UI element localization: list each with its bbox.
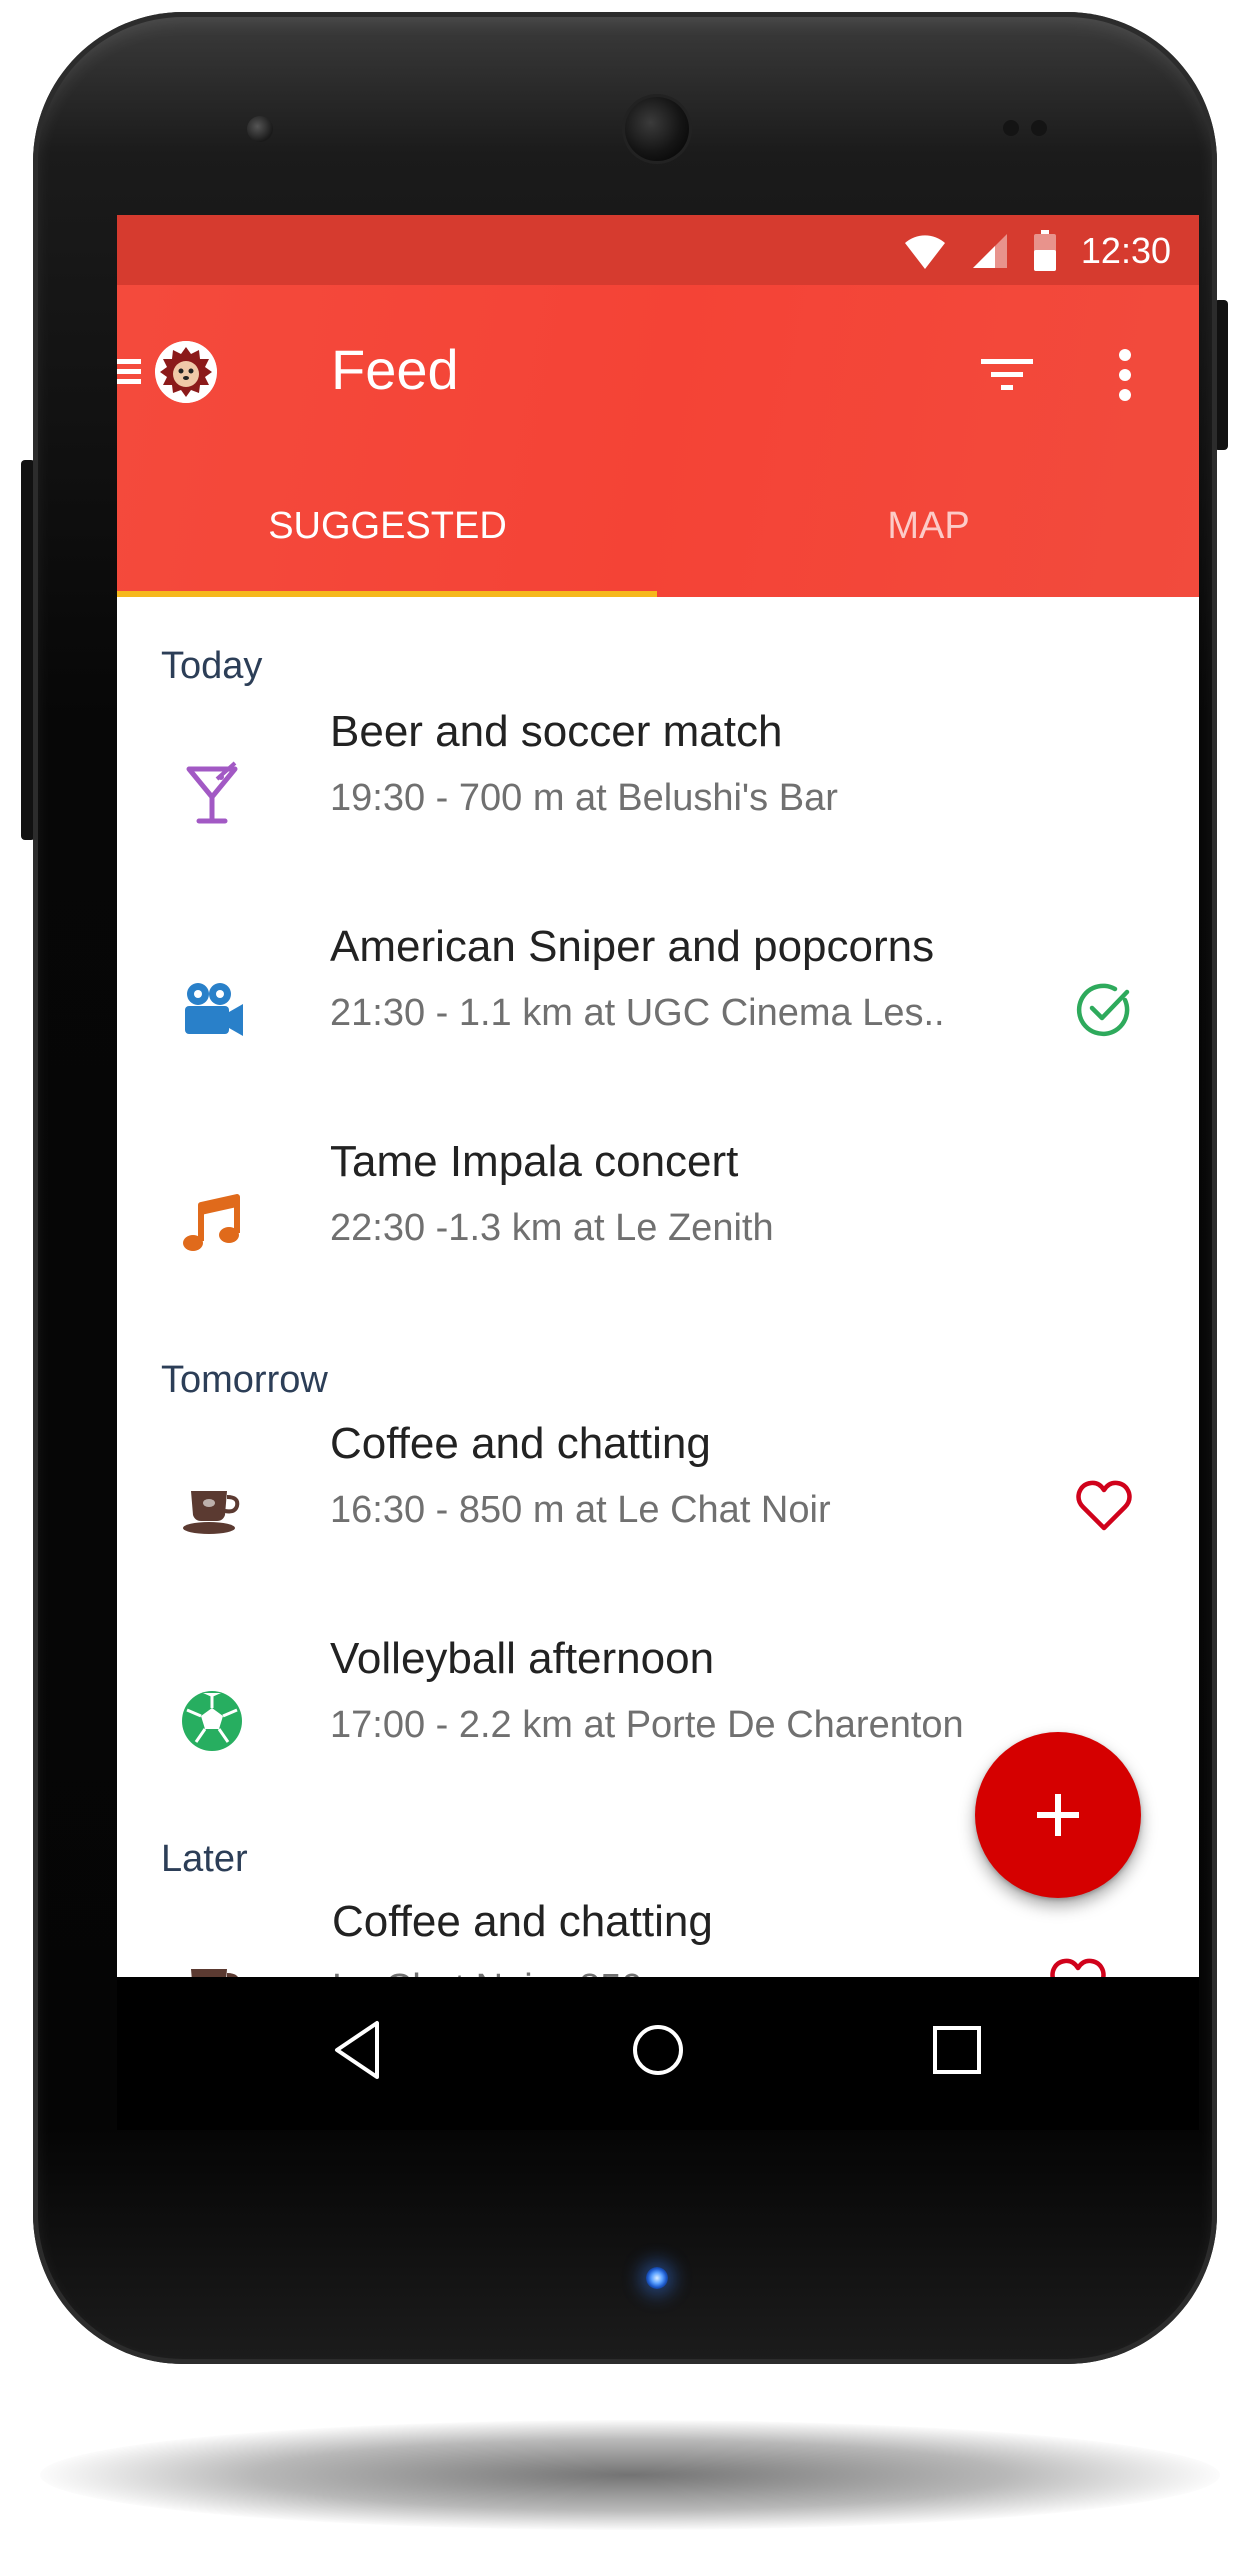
movie-camera-icon: [185, 983, 243, 1036]
cell-signal-icon: [972, 234, 1007, 268]
recents-icon[interactable]: [922, 2015, 992, 2085]
item-subtitle: 17:00 - 2.2 km at Porte De Charenton: [330, 1704, 964, 1746]
screen: 12:30 Feed SUGGESTED MAP Today Beer and …: [117, 215, 1199, 2130]
wifi-icon: [904, 235, 945, 269]
light-sensor: [1003, 120, 1019, 136]
item-subtitle: 21:30 - 1.1 km at UGC Cinema Les..: [330, 992, 945, 1034]
section-header-later: Later: [161, 1838, 248, 1880]
item-title: Volleyball afternoon: [330, 1634, 715, 1683]
item-subtitle: 22:30 -1.3 km at Le Zenith: [330, 1207, 774, 1249]
list-item[interactable]: Beer and soccer match 19:30 - 700 m at B…: [117, 707, 1199, 907]
battery-icon: [1033, 230, 1056, 271]
section-header-tomorrow: Tomorrow: [161, 1359, 328, 1401]
light-sensor: [1031, 120, 1047, 136]
item-subtitle: 16:30 - 850 m at Le Chat Noir: [330, 1489, 831, 1531]
music-note-icon: [183, 1194, 240, 1251]
section-header-today: Today: [161, 645, 263, 687]
check-circle-icon[interactable]: [1075, 980, 1133, 1038]
proximity-sensor: [247, 116, 273, 142]
heart-outline-icon[interactable]: [1049, 1955, 1107, 1977]
item-title: Coffee and chatting: [330, 1419, 711, 1468]
item-title: Beer and soccer match: [330, 707, 783, 756]
phone-frame: 12:30 Feed SUGGESTED MAP Today Beer and …: [33, 12, 1217, 2364]
coffee-cup-icon: [183, 1491, 240, 1534]
list-item[interactable]: Coffee and chatting 16:30 - 850 m at Le …: [117, 1419, 1199, 1619]
item-subtitle: Le Chat Noir - 850 m: [332, 1967, 685, 1977]
tab-map[interactable]: MAP: [658, 485, 1199, 597]
back-icon[interactable]: [325, 2015, 395, 2085]
cocktail-icon: [186, 761, 238, 824]
tab-suggested[interactable]: SUGGESTED: [117, 485, 658, 597]
item-title: American Sniper and popcorns: [330, 922, 935, 971]
front-camera: [625, 97, 689, 161]
page-title: Feed: [331, 338, 459, 401]
plus-icon: [1037, 1794, 1079, 1836]
item-title: Tame Impala concert: [330, 1137, 739, 1186]
filter-icon[interactable]: [979, 355, 1035, 395]
soccer-ball-icon: [182, 1691, 242, 1751]
list-item[interactable]: Tame Impala concert 22:30 -1.3 km at Le …: [117, 1137, 1199, 1337]
avatar[interactable]: [155, 341, 217, 403]
home-icon[interactable]: [623, 2015, 693, 2085]
status-time: 12:30: [1080, 230, 1171, 271]
heart-outline-icon[interactable]: [1075, 1477, 1133, 1535]
app-bar: Feed SUGGESTED MAP: [117, 285, 1199, 597]
list-item[interactable]: Coffee and chatting Le Chat Noir - 850 m: [117, 1897, 1199, 1977]
add-event-button[interactable]: [975, 1732, 1141, 1898]
status-bar: 12:30: [117, 215, 1199, 285]
item-subtitle: 19:30 - 700 m at Belushi's Bar: [330, 777, 838, 819]
item-title: Coffee and chatting: [332, 1897, 713, 1946]
list-item[interactable]: American Sniper and popcorns 21:30 - 1.1…: [117, 922, 1199, 1122]
hedgehog-avatar-icon: [155, 341, 217, 403]
system-nav-bar: [117, 1977, 1199, 2130]
device-floor-shadow: [40, 2420, 1220, 2530]
menu-icon[interactable]: [117, 355, 143, 389]
notification-led: [646, 2267, 668, 2289]
coffee-cup-icon: [191, 1969, 238, 1977]
more-vert-icon[interactable]: [1115, 345, 1135, 405]
